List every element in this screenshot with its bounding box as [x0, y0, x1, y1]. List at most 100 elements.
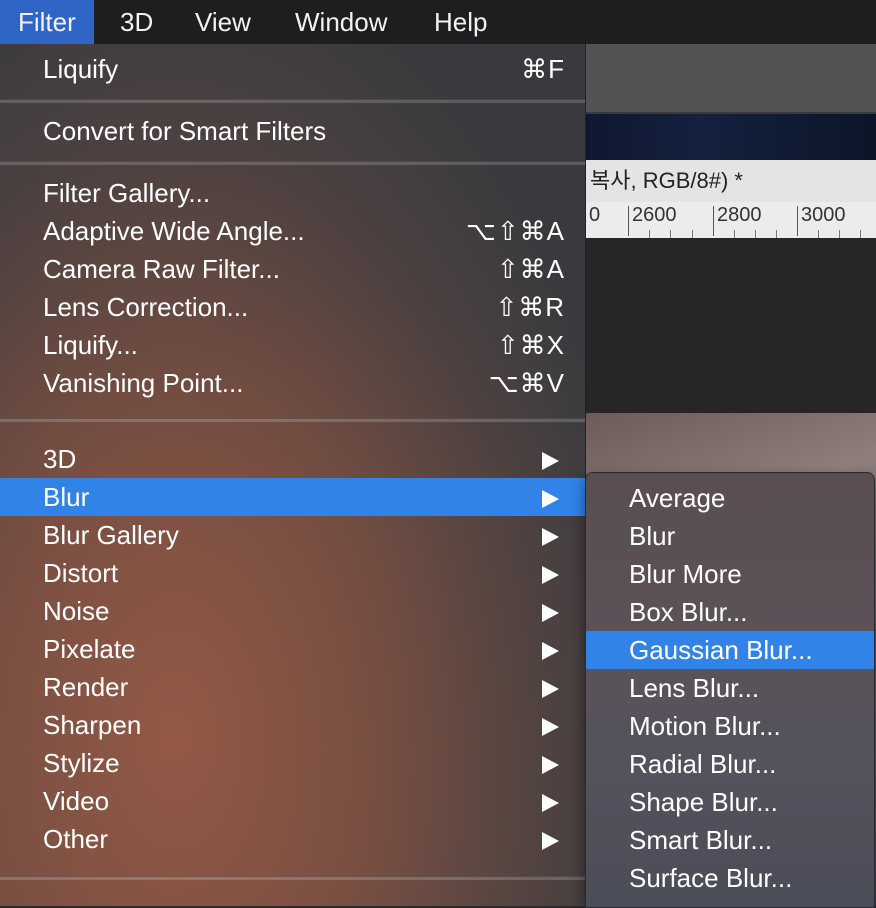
submenu-item-lens-blur[interactable]: Lens Blur...: [586, 669, 874, 707]
ruler-minor-tick: [860, 230, 861, 238]
submenu-item-smart-blur[interactable]: Smart Blur...: [586, 821, 874, 859]
menu-separator: [0, 876, 585, 880]
submenu-arrow-icon: [542, 794, 559, 812]
menubar-item-help[interactable]: Help: [416, 0, 505, 44]
menu-bar: Filter 3D View Window Help: [0, 0, 876, 44]
menu-item-label: Lens Correction...: [43, 292, 249, 322]
menu-item-label: Render: [43, 672, 129, 702]
ruler-major-line: [797, 206, 798, 236]
ruler-tick: 2600: [632, 204, 677, 226]
menu-item-lens-correction[interactable]: Lens Correction... ⇧⌘R: [0, 288, 585, 326]
menu-item-shortcut: ⇧⌘X: [496, 330, 565, 360]
background-image-strip: [585, 114, 876, 160]
submenu-item-label: Lens Blur...: [629, 673, 760, 703]
menu-item-noise[interactable]: Noise: [0, 592, 585, 630]
submenu-arrow-icon: [542, 832, 559, 850]
submenu-item-radial-blur[interactable]: Radial Blur...: [586, 745, 874, 783]
menu-item-liquify-last-filter[interactable]: Liquify ⌘F: [0, 50, 585, 88]
menubar-item-filter[interactable]: Filter: [0, 0, 94, 44]
submenu-item-label: Gaussian Blur...: [629, 635, 813, 665]
submenu-item-shape-blur[interactable]: Shape Blur...: [586, 783, 874, 821]
submenu-arrow-icon: [542, 642, 559, 660]
menu-item-blur-gallery[interactable]: Blur Gallery: [0, 516, 585, 554]
submenu-item-label: Radial Blur...: [629, 749, 777, 779]
menu-item-label: Convert for Smart Filters: [43, 116, 327, 146]
menu-item-label: Video: [43, 786, 110, 816]
ruler-minor-tick: [649, 230, 650, 238]
menu-item-label: Distort: [43, 558, 119, 588]
menu-item-camera-raw-filter[interactable]: Camera Raw Filter... ⇧⌘A: [0, 250, 585, 288]
submenu-item-label: Average: [629, 483, 726, 513]
menu-item-convert-smart-filters[interactable]: Convert for Smart Filters: [0, 112, 585, 150]
submenu-arrow-icon: [542, 604, 559, 622]
menu-item-shortcut: ⌘F: [521, 54, 565, 84]
menu-item-render[interactable]: Render: [0, 668, 585, 706]
document-title: 복사, RGB/8#) *: [590, 168, 743, 193]
blur-submenu: Average Blur Blur More Box Blur... Gauss…: [585, 472, 875, 908]
menu-item-label: Blur Gallery: [43, 520, 179, 550]
menu-item-label: Noise: [43, 596, 110, 626]
menubar-item-window[interactable]: Window: [277, 0, 405, 44]
ruler-minor-tick: [839, 230, 840, 238]
submenu-item-label: Surface Blur...: [629, 863, 793, 893]
menu-item-label: Stylize: [43, 748, 120, 778]
ruler-minor-tick: [670, 230, 671, 238]
horizontal-ruler: 0 2600 2800 3000: [585, 202, 876, 239]
menu-item-label: 3D: [43, 444, 77, 474]
menu-item-other[interactable]: Other: [0, 820, 585, 858]
menu-item-distort[interactable]: Distort: [0, 554, 585, 592]
submenu-item-label: Blur More: [629, 559, 742, 589]
submenu-item-label: Shape Blur...: [629, 787, 778, 817]
submenu-item-motion-blur[interactable]: Motion Blur...: [586, 707, 874, 745]
menu-item-label: Camera Raw Filter...: [43, 254, 280, 284]
menu-item-filter-gallery[interactable]: Filter Gallery...: [0, 174, 585, 212]
menu-item-pixelate[interactable]: Pixelate: [0, 630, 585, 668]
menu-item-video[interactable]: Video: [0, 782, 585, 820]
menu-item-vanishing-point[interactable]: Vanishing Point... ⌥⌘V: [0, 364, 585, 402]
ruler-tick: 2800: [717, 204, 762, 226]
ruler-tick: 3000: [801, 204, 846, 226]
ruler-minor-tick: [734, 230, 735, 238]
menu-item-label: Liquify...: [43, 330, 138, 360]
submenu-item-label: Blur: [629, 521, 676, 551]
document-tab[interactable]: 복사, RGB/8#) *: [585, 160, 876, 203]
menu-item-3d[interactable]: 3D: [0, 440, 585, 478]
menu-item-shortcut: ⌥⌘V: [488, 368, 565, 398]
menu-item-shortcut: ⇧⌘R: [495, 292, 565, 322]
menu-separator: [0, 418, 585, 422]
submenu-arrow-icon: [542, 756, 559, 774]
menu-item-blur[interactable]: Blur: [0, 478, 585, 516]
ruler-minor-tick: [776, 230, 777, 238]
menu-item-label: Adaptive Wide Angle...: [43, 216, 305, 246]
submenu-arrow-icon: [542, 718, 559, 736]
menu-separator: [0, 161, 585, 165]
ruler-minor-tick: [755, 230, 756, 238]
menu-separator: [0, 99, 585, 103]
menu-item-adaptive-wide-angle[interactable]: Adaptive Wide Angle... ⌥⇧⌘A: [0, 212, 585, 250]
menu-item-stylize[interactable]: Stylize: [0, 744, 585, 782]
menubar-item-view[interactable]: View: [177, 0, 269, 44]
menu-item-sharpen[interactable]: Sharpen: [0, 706, 585, 744]
menu-item-label: Liquify: [43, 54, 119, 84]
ruler-tick: 0: [589, 204, 601, 226]
canvas-area: [585, 238, 876, 413]
submenu-item-gaussian-blur[interactable]: Gaussian Blur...: [586, 631, 874, 669]
menu-item-shortcut: ⇧⌘A: [496, 254, 565, 284]
ruler-minor-tick: [818, 230, 819, 238]
options-toolbar: [585, 44, 876, 114]
submenu-arrow-icon: [542, 452, 559, 470]
filter-menu: Liquify ⌘F Convert for Smart Filters Fil…: [0, 44, 586, 906]
ruler-major-line: [713, 206, 714, 236]
submenu-item-surface-blur[interactable]: Surface Blur...: [586, 859, 874, 897]
submenu-item-blur[interactable]: Blur: [586, 517, 874, 555]
submenu-item-label: Motion Blur...: [629, 711, 781, 741]
menu-item-label: Vanishing Point...: [43, 368, 244, 398]
submenu-item-average[interactable]: Average: [586, 479, 874, 517]
menu-item-liquify[interactable]: Liquify... ⇧⌘X: [0, 326, 585, 364]
submenu-item-blur-more[interactable]: Blur More: [586, 555, 874, 593]
menubar-item-3d[interactable]: 3D: [102, 0, 171, 44]
submenu-item-label: Box Blur...: [629, 597, 748, 627]
submenu-arrow-icon: [542, 680, 559, 698]
submenu-item-box-blur[interactable]: Box Blur...: [586, 593, 874, 631]
submenu-arrow-icon: [542, 528, 559, 546]
